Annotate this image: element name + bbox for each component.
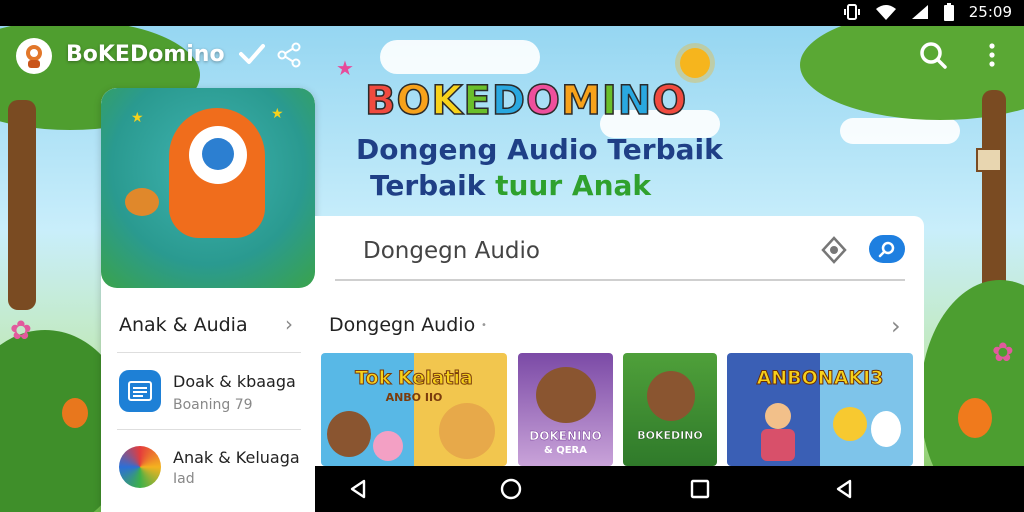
- brand-letter: O: [651, 77, 688, 125]
- mascot-illustration: ★ ★: [101, 88, 315, 288]
- featured-card[interactable]: ★ ★ Anak & Audia › Doak & kbaaga Boaning…: [101, 88, 315, 512]
- chevron-right-icon[interactable]: ›: [891, 312, 901, 340]
- app-bar: BoKEDomino: [0, 26, 1024, 84]
- content-panel: Dongegn Audio Dongegn Audio • › Tok Kela…: [315, 216, 924, 466]
- recents-icon[interactable]: [689, 478, 711, 500]
- book-card[interactable]: Tok Kelatia ANBO IIO: [321, 353, 507, 466]
- vibrate-icon: [843, 4, 860, 20]
- section-dot: •: [481, 320, 487, 331]
- book-title: Tok Kelatia: [355, 367, 474, 390]
- brand-letter: N: [617, 77, 653, 125]
- search-underline: [335, 279, 905, 281]
- book-card[interactable]: BOKEDINO: [623, 353, 717, 466]
- book-subtitle: ANBO IIO: [385, 391, 443, 404]
- bird-icon: [958, 398, 992, 438]
- brand-letter: I: [601, 77, 618, 125]
- birdhouse-icon: [976, 148, 1002, 172]
- search-icon[interactable]: [918, 40, 948, 70]
- list-item-subtitle: Boaning 79: [173, 397, 253, 413]
- brand-letter: B: [364, 77, 397, 125]
- list-item-title[interactable]: Anak & Keluaga: [173, 448, 300, 467]
- hero-tagline-part2: tuur Anak: [495, 169, 652, 202]
- section-title: Dongegn Audio: [329, 314, 476, 336]
- brand-letter: D: [491, 77, 527, 125]
- home-icon[interactable]: [500, 478, 522, 500]
- brand-letter: O: [396, 77, 432, 125]
- app-title: BoKEDomino: [66, 42, 225, 67]
- book-title: DOKENINO: [529, 429, 602, 443]
- more-vert-icon[interactable]: [980, 40, 1004, 70]
- brand-letter: M: [560, 77, 602, 125]
- brand-letter: E: [463, 77, 492, 125]
- book-subtitle: & QERA: [544, 445, 587, 456]
- hero-tagline-line2: Terbaik tuur Anak: [370, 169, 651, 202]
- book-title: BOKEDINO: [637, 429, 703, 442]
- list-header: Anak & Audia: [119, 314, 248, 336]
- bird-icon: [62, 398, 88, 428]
- list-item-subtitle: Iad: [173, 471, 195, 487]
- book-title: ANBONAKI3: [756, 367, 884, 390]
- book-list-icon: [119, 370, 161, 412]
- search-button[interactable]: [869, 235, 905, 263]
- search-icon: [878, 241, 895, 258]
- hero-brand-title: BOKEDOMINO: [364, 77, 688, 125]
- system-nav-bar: [315, 466, 1024, 512]
- flower-icon: ✿: [992, 338, 1014, 368]
- brand-letter: K: [431, 77, 464, 125]
- flower-icon: ✿: [10, 316, 32, 346]
- back-icon[interactable]: [347, 478, 369, 500]
- hero-tagline-part1: Terbaik: [370, 169, 486, 202]
- signal-icon: [911, 5, 928, 19]
- status-time: 25:09: [968, 3, 1012, 21]
- book-card[interactable]: DOKENINO & QERA: [518, 353, 613, 466]
- back-icon[interactable]: [833, 478, 855, 500]
- search-input[interactable]: Dongegn Audio: [363, 238, 540, 264]
- filter-icon[interactable]: [821, 236, 847, 264]
- book-card[interactable]: ANBONAKI3: [727, 353, 913, 466]
- list-item-title[interactable]: Doak & kbaaga: [173, 372, 296, 391]
- status-bar: 25:09: [0, 0, 1024, 26]
- share-icon[interactable]: [276, 42, 302, 68]
- chevron-right-icon[interactable]: ›: [285, 312, 293, 336]
- app-logo-icon[interactable]: [16, 38, 52, 74]
- battery-icon: [943, 3, 954, 21]
- brand-letter: O: [525, 77, 562, 125]
- wifi-icon: [875, 5, 896, 20]
- hero-tagline-line1: Dongeng Audio Terbaik: [356, 133, 723, 166]
- check-icon[interactable]: [238, 42, 266, 66]
- colorful-globe-icon: [119, 446, 161, 488]
